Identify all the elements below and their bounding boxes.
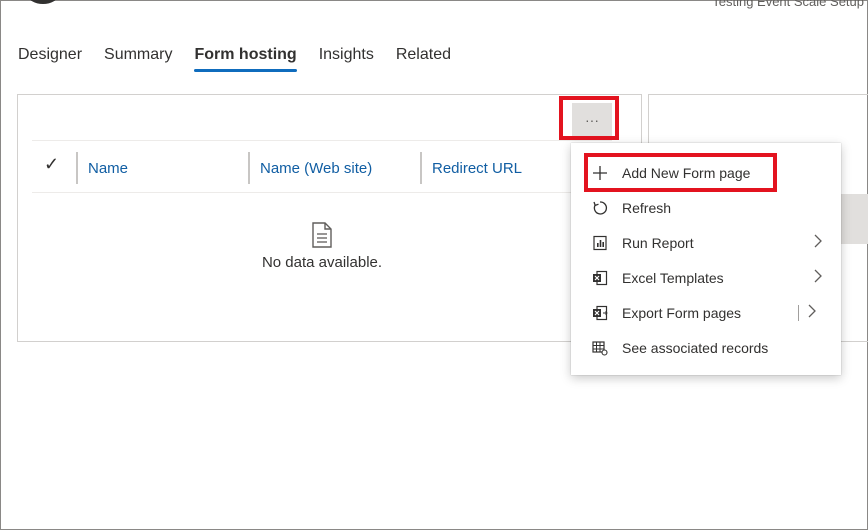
empty-state: No data available. [200,222,444,271]
tab-insights[interactable]: Insights [319,46,374,72]
column-divider [248,152,250,184]
tab-designer[interactable]: Designer [18,46,82,72]
menu-item-export-form-pages[interactable]: Export Form pages [571,295,841,330]
column-header-redirect-url[interactable]: Redirect URL [432,152,522,184]
highlight-more-commands [559,96,619,140]
document-icon [312,222,332,248]
tab-related[interactable]: Related [396,46,451,72]
refresh-icon [591,199,609,217]
excel-export-icon [591,304,609,322]
menu-item-label: Export Form pages [622,304,742,321]
excel-icon [591,269,609,287]
associated-records-icon [591,339,609,357]
subgrid-panel [17,94,642,342]
chevron-right-icon [813,234,823,251]
split-divider [798,305,799,321]
tab-bar: Designer Summary Form hosting Insights R… [18,46,473,72]
menu-item-label: See associated records [622,339,769,356]
highlight-add-new-form-page [584,153,777,192]
menu-item-see-associated-records[interactable]: See associated records [571,330,841,365]
menu-item-refresh[interactable]: Refresh [571,190,841,225]
tab-summary[interactable]: Summary [104,46,172,72]
column-header-name-website[interactable]: Name (Web site) [260,152,372,184]
toolbar-divider [32,140,612,141]
chevron-right-icon [813,269,823,286]
grid-header: ✓ Name Name (Web site) Redirect URL [32,150,592,184]
empty-state-text: No data available. [261,254,383,271]
column-divider [76,152,78,184]
report-icon [591,234,609,252]
menu-item-run-report[interactable]: Run Report [571,225,841,260]
menu-item-label: Refresh [622,199,672,216]
side-panel-row [840,194,868,244]
grid-header-divider [32,192,592,193]
column-divider [420,152,422,184]
select-all-check-icon[interactable]: ✓ [44,154,59,175]
menu-item-label: Excel Templates [622,269,724,286]
record-title: Testing Event Scale Setup [712,0,864,9]
tab-form-hosting[interactable]: Form hosting [194,46,297,72]
chevron-right-icon[interactable] [807,304,817,321]
menu-item-label: Run Report [622,234,694,251]
menu-item-excel-templates[interactable]: Excel Templates [571,260,841,295]
column-header-name[interactable]: Name [88,152,128,184]
